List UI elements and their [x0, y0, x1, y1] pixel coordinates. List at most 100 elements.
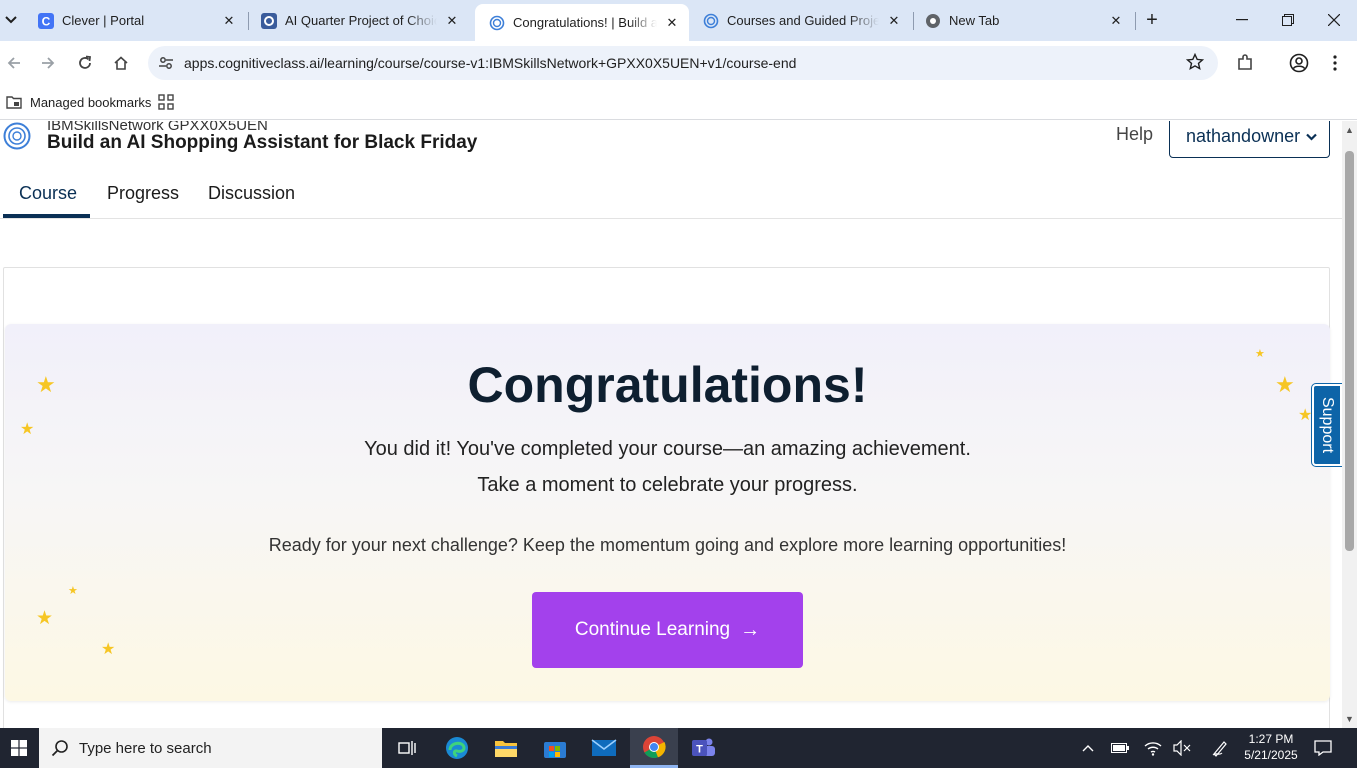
cognitive-class-logo-icon[interactable] [3, 122, 33, 152]
minimize-button[interactable] [1219, 0, 1265, 40]
close-tab-icon[interactable]: ✕ [885, 12, 903, 30]
chrome-icon [643, 735, 666, 758]
username: nathandowner [1186, 126, 1301, 146]
tab-title: New Tab [949, 13, 1000, 28]
user-menu-dropdown[interactable]: nathandowner [1169, 121, 1330, 158]
plus-icon: + [1146, 8, 1158, 31]
course-tabs: Course Progress Discussion [0, 173, 1342, 219]
home-button[interactable] [107, 49, 135, 77]
celebrate-message: Take a moment to celebrate your progress… [477, 474, 858, 496]
close-icon [1328, 14, 1340, 26]
address-bar[interactable]: apps.cognitiveclass.ai/learning/course/c… [148, 46, 1218, 80]
close-tab-icon[interactable]: ✕ [443, 12, 461, 30]
task-view-icon [398, 741, 416, 755]
battery-icon [1111, 743, 1129, 753]
support-label: Support [1319, 396, 1337, 454]
task-view-button[interactable] [383, 728, 431, 768]
forward-button[interactable] [34, 49, 62, 77]
arrow-right-icon: → [740, 618, 761, 641]
browser-menu-button[interactable] [1321, 49, 1349, 77]
tab-discussion[interactable]: Discussion [208, 183, 295, 204]
arrow-right-icon [42, 57, 55, 69]
clock-date: 5/21/2025 [1244, 748, 1298, 762]
tab-course[interactable]: Course [19, 183, 77, 204]
scroll-down-icon[interactable]: ▼ [1342, 712, 1357, 726]
clever-favicon-icon: C [38, 12, 54, 29]
tab-title: Congratulations! | Build an AI Shopping … [513, 15, 657, 30]
teams-taskbar-button[interactable]: T [679, 728, 727, 768]
tab-title: Clever | Portal [62, 13, 145, 28]
profile-button[interactable] [1285, 49, 1313, 77]
cognitive-class-favicon-icon [489, 15, 505, 31]
tab-title: Courses and Guided Projects [727, 13, 879, 28]
tab-search-button[interactable] [0, 8, 22, 32]
browser-tab-strip: C Clever | Portal ✕ AI Quarter Project o… [0, 0, 1357, 41]
search-placeholder: Type here to search [79, 739, 212, 757]
chevron-up-icon [1082, 745, 1094, 752]
pen-workspace-button[interactable] [1210, 738, 1230, 758]
new-tab-button[interactable]: + [1141, 8, 1163, 32]
continue-learning-button[interactable]: Continue Learning → [532, 592, 803, 668]
search-icon [51, 739, 69, 757]
more-vertical-icon [1333, 55, 1337, 71]
close-tab-icon[interactable]: ✕ [663, 14, 681, 32]
mail-icon [591, 739, 617, 756]
help-link[interactable]: Help [1116, 124, 1153, 145]
browser-tab-congratulations[interactable]: Congratulations! | Build an AI Shopping … [475, 4, 689, 41]
bookmark-star-icon[interactable] [1185, 52, 1205, 75]
reload-icon [79, 55, 92, 69]
network-status[interactable] [1143, 738, 1163, 758]
wifi-icon [1144, 742, 1162, 756]
windows-taskbar: Type here to search T 1:27 PM 5/21/2025 [0, 728, 1357, 768]
apps-shortcut[interactable] [158, 91, 174, 113]
back-button[interactable] [0, 49, 28, 77]
file-explorer-taskbar-button[interactable] [482, 728, 530, 768]
windows-logo-icon [11, 740, 27, 756]
close-window-button[interactable] [1311, 0, 1357, 40]
managed-bookmarks-folder[interactable]: Managed bookmarks [6, 91, 151, 113]
account-icon [1289, 53, 1309, 73]
show-hidden-icons-button[interactable] [1078, 738, 1098, 758]
store-taskbar-button[interactable] [531, 728, 579, 768]
notifications-button[interactable] [1313, 738, 1333, 758]
arrow-left-icon [7, 57, 20, 69]
volume-muted-icon [1173, 740, 1191, 756]
chevron-down-icon [1306, 133, 1317, 141]
support-tab[interactable]: Support [1312, 384, 1342, 466]
puzzle-icon [1238, 54, 1252, 70]
scrollbar-thumb[interactable] [1345, 151, 1354, 551]
taskbar-search-box[interactable]: Type here to search [39, 728, 382, 768]
notification-icon [1314, 740, 1332, 756]
chrome-favicon-icon [925, 13, 941, 29]
browser-tab-clever[interactable]: C Clever | Portal ✕ [24, 4, 246, 37]
system-clock[interactable]: 1:27 PM 5/21/2025 [1238, 731, 1304, 763]
edge-taskbar-button[interactable] [433, 728, 481, 768]
star-decoration-icon: ★ [68, 585, 78, 597]
tab-divider [1135, 12, 1136, 30]
managed-bookmarks-label: Managed bookmarks [30, 94, 152, 110]
pen-icon [1212, 741, 1227, 757]
course-title: Build an AI Shopping Assistant for Black… [47, 132, 478, 153]
close-tab-icon[interactable]: ✕ [220, 12, 238, 30]
star-decoration-icon: ★ [36, 608, 54, 629]
congratulations-heading: Congratulations! [467, 357, 868, 413]
chevron-down-icon [5, 16, 17, 24]
start-button[interactable] [0, 728, 38, 768]
browser-tab-new-tab[interactable]: New Tab ✕ [911, 4, 1133, 37]
mail-taskbar-button[interactable] [580, 728, 628, 768]
browser-tab-ai-quarter[interactable]: AI Quarter Project of Choice ✕ [247, 4, 469, 37]
scroll-up-icon[interactable]: ▲ [1342, 123, 1357, 137]
tab-progress[interactable]: Progress [107, 183, 179, 204]
browser-tab-courses[interactable]: Courses and Guided Projects ✕ [689, 4, 911, 37]
reload-button[interactable] [71, 49, 99, 77]
completion-message: You did it! You've completed your course… [364, 438, 971, 460]
chrome-taskbar-button[interactable] [630, 728, 678, 768]
tab-title: AI Quarter Project of Choice [285, 13, 437, 28]
page-scrollbar[interactable]: ▲ ▼ [1342, 121, 1357, 728]
volume-control[interactable] [1172, 738, 1192, 758]
close-tab-icon[interactable]: ✕ [1107, 12, 1125, 30]
restore-button[interactable] [1265, 0, 1311, 40]
extensions-button[interactable] [1231, 49, 1259, 77]
site-info-icon[interactable] [156, 55, 176, 71]
battery-status[interactable] [1110, 738, 1130, 758]
